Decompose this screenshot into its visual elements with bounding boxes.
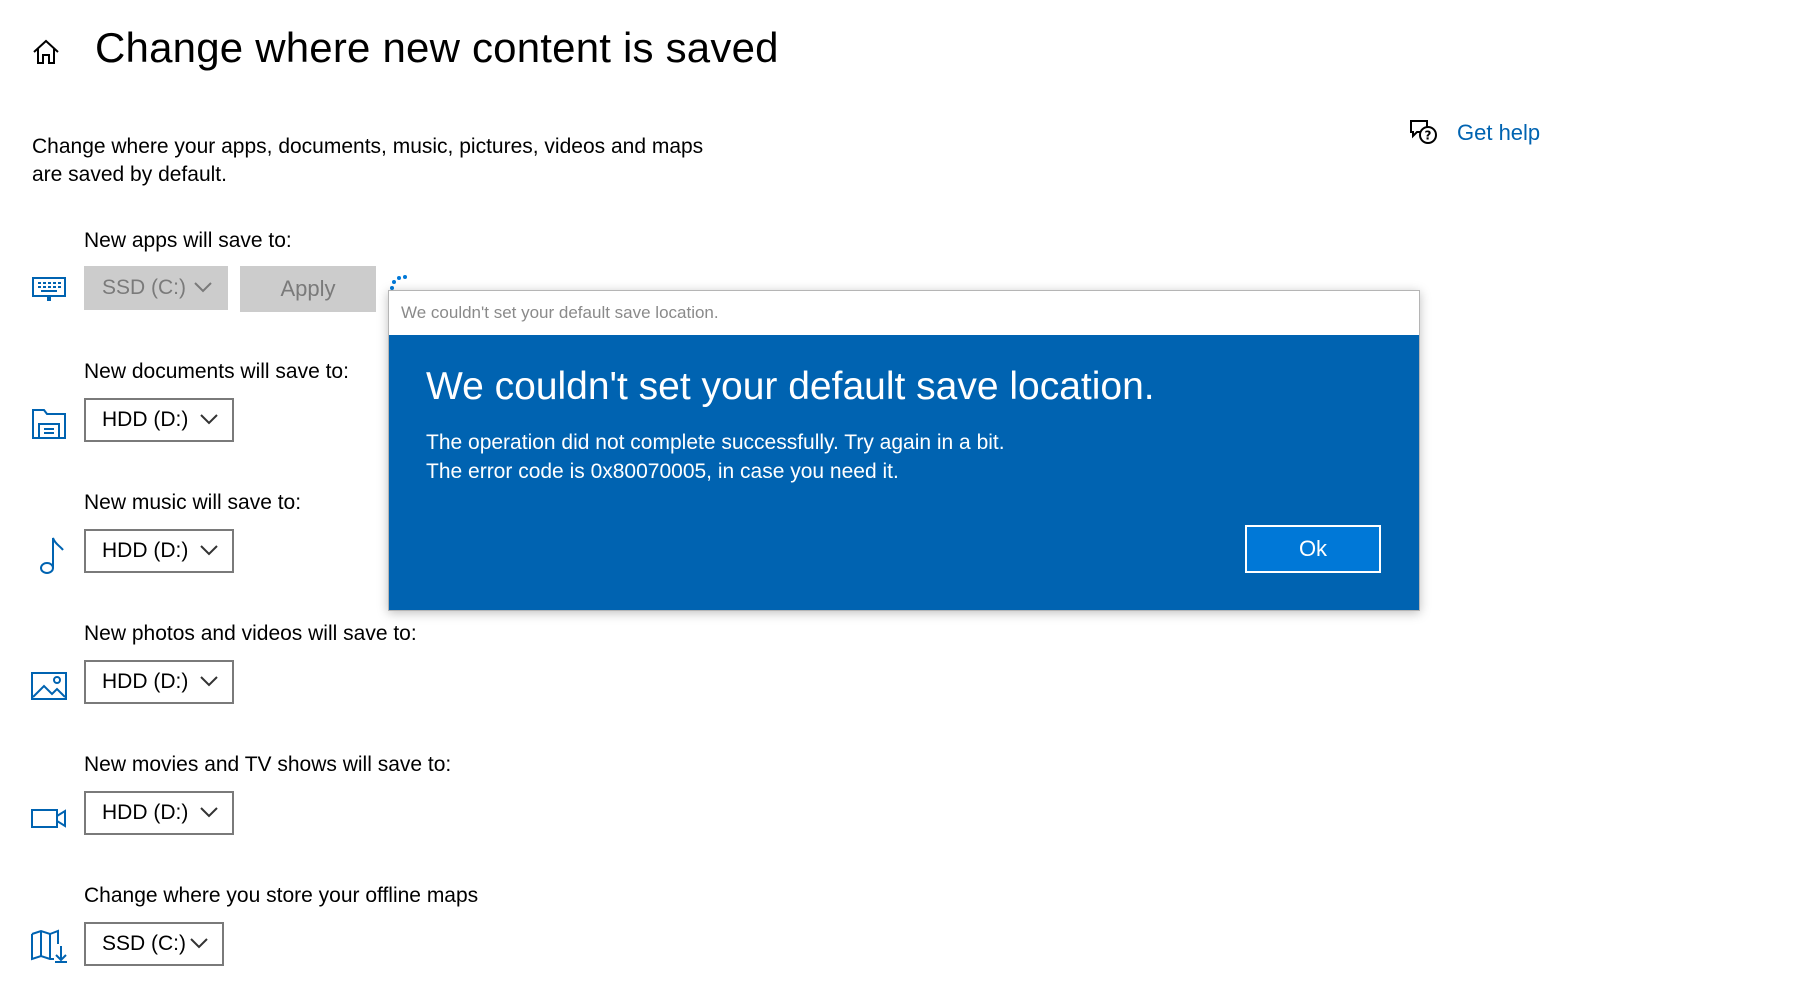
documents-location-dropdown[interactable]: HDD (D:) [84,398,234,442]
movies-location-value: HDD (D:) [102,801,189,824]
row-label-movies: New movies and TV shows will save to: [84,753,452,776]
apps-location-dropdown[interactable]: SSD (C:) [84,266,228,310]
maps-location-dropdown[interactable]: SSD (C:) [84,922,224,966]
error-dialog: We couldn't set your default save locati… [388,290,1420,611]
chevron-down-icon [194,282,212,293]
page-description: Change where your apps, documents, music… [32,133,752,189]
chat-help-icon[interactable]: ? [1408,117,1438,147]
apps-location-value: SSD (C:) [102,276,186,299]
music-note-icon [40,537,64,574]
keyboard-icon [32,277,66,301]
dialog-message-line-1: The operation did not complete successfu… [426,431,1005,454]
page-title: Change where new content is saved [95,24,779,71]
row-label-music: New music will save to: [84,491,302,514]
apply-button[interactable]: Apply [240,266,376,312]
video-camera-icon [31,809,66,828]
chevron-down-icon [200,676,218,687]
chevron-down-icon [190,938,208,949]
dialog-message-line-2: The error code is 0x80070005, in case yo… [426,460,899,483]
dialog-heading: We couldn't set your default save locati… [426,365,1155,408]
photos-location-value: HDD (D:) [102,670,189,693]
row-label-documents: New documents will save to: [84,360,349,383]
description-line-2: are saved by default. [32,163,227,186]
map-download-icon [31,929,67,963]
maps-location-value: SSD (C:) [102,932,186,955]
chevron-down-icon [200,807,218,818]
folder-icon [32,409,66,439]
svg-text:?: ? [1425,129,1432,143]
home-icon[interactable] [30,36,62,68]
photos-location-dropdown[interactable]: HDD (D:) [84,660,234,704]
documents-location-value: HDD (D:) [102,408,189,431]
row-label-apps: New apps will save to: [84,229,292,252]
dialog-body: We couldn't set your default save locati… [389,335,1419,610]
chevron-down-icon [200,414,218,425]
row-label-maps: Change where you store your offline maps [84,884,479,907]
dialog-window-title: We couldn't set your default save locati… [389,291,1419,335]
music-location-value: HDD (D:) [102,539,189,562]
get-help-link[interactable]: Get help [1457,120,1540,146]
description-line-1: Change where your apps, documents, music… [32,135,704,158]
chevron-down-icon [200,545,218,556]
music-location-dropdown[interactable]: HDD (D:) [84,529,234,573]
picture-icon [31,672,67,700]
row-label-photos: New photos and videos will save to: [84,622,417,645]
movies-location-dropdown[interactable]: HDD (D:) [84,791,234,835]
ok-button[interactable]: Ok [1245,525,1381,573]
